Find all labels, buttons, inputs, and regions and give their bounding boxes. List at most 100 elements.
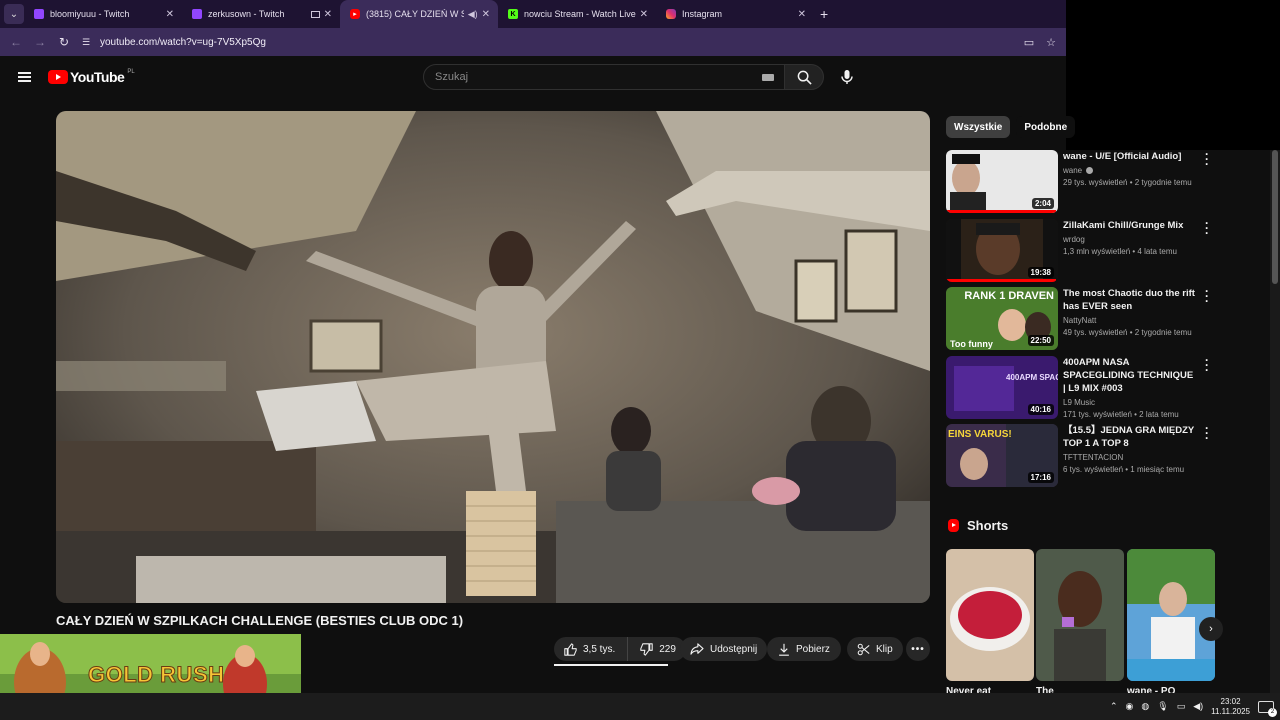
more-vertical-icon[interactable]: · · · [1204,422,1210,444]
clip-button[interactable]: Klip [847,637,903,661]
shorts-next-button[interactable]: › [1199,617,1223,641]
country-code: PL [127,69,135,75]
clock-date: 11.11.2025 [1211,706,1250,716]
short-thumbnail[interactable] [1127,549,1215,681]
chip-related[interactable]: Podobne [1016,116,1076,138]
recommendation-item[interactable]: 400APM SPACEGLIDING 40:16 400APM NASA SP… [946,354,1221,420]
channel-name[interactable]: wrdog [1063,235,1198,244]
close-icon[interactable]: ✕ [798,9,806,20]
share-button[interactable]: Udostępnij [680,637,768,661]
short-thumbnail[interactable] [946,549,1034,681]
clock[interactable]: 23:02 11.11.2025 [1211,697,1250,717]
channel-name[interactable]: TFTTENTACION [1063,453,1198,462]
more-vertical-icon[interactable]: · · · [1204,217,1210,239]
thumbnail-image [1036,549,1124,681]
page-scrollbar[interactable] [1270,150,1280,693]
channel-name[interactable]: L9 Music [1063,398,1198,407]
recommendation-item[interactable]: 2:04 wane - U/E [Official Audio] wane 29… [946,148,1221,214]
recommendation-item[interactable]: RANK 1 DRAVEN Too funny 22:50 The most Ch… [946,285,1221,351]
instagram-icon [666,9,676,19]
discord-icon[interactable]: ◉ [1126,701,1134,712]
media-icon [310,10,320,18]
tab-title: bloomiyuuu - Twitch [50,9,130,19]
chevron-up-icon[interactable]: ⌃ [1110,701,1118,712]
view-count: 29 tys. wyświetleń [1063,178,1128,187]
video-thumbnail[interactable]: 2:04 [946,150,1058,213]
download-icon [779,643,789,656]
thumbnail-image [946,549,1034,681]
reload-button[interactable]: ↻ [52,35,76,49]
tab-search-button[interactable]: ⌄ [4,4,24,24]
upload-age: 1 miesiąc temu [1130,465,1185,474]
video-frame [56,111,930,603]
site-info-icon[interactable]: ☰ [82,37,94,47]
tab-zerkusown[interactable]: zerkusown - Twitch ✕ [182,0,340,28]
like-dislike-group: 3,5 tys. 229 [554,637,686,661]
upload-age: 4 lata temu [1137,247,1177,256]
menu-icon[interactable] [18,72,31,82]
thumbnail-text: Too funny [950,339,993,349]
system-tray: ⌃ ◉ ◍ 🎙︎ ▭ ◀) 23:02 11.11.2025 2 [1110,693,1277,720]
close-icon[interactable]: ✕ [640,9,648,20]
tab-youtube[interactable]: ▸ (3815) CAŁY DZIEŃ W SZPILKACH ◀) ✕ [340,0,498,28]
network-icon[interactable]: ▭ [1177,701,1186,712]
scrollbar-thumb[interactable] [1272,150,1278,284]
share-button-wrap: Udostępnij [680,637,768,661]
thumbnail-text: 400APM SPACEGLIDING [1006,373,1058,382]
bookmark-star-icon[interactable]: ☆ [1046,36,1056,49]
close-icon[interactable]: ✕ [482,9,490,20]
download-button[interactable]: Pobierz [767,637,841,661]
more-vertical-icon[interactable]: · · · [1204,148,1210,170]
upload-age: 2 lata temu [1139,410,1179,419]
video-duration: 19:38 [1027,267,1054,278]
more-vertical-icon[interactable]: · · · [1204,285,1210,307]
back-button[interactable]: ← [4,35,28,49]
tab-instagram[interactable]: Instagram ✕ [656,0,814,28]
microphone-icon[interactable]: 🎙︎ [1157,701,1168,712]
tab-title: nowciu Stream - Watch Live on Kick [524,9,636,19]
network-app-icon[interactable]: ◍ [1141,701,1149,712]
video-thumbnail[interactable]: EINS VARUS! 17:16 [946,424,1058,487]
new-tab-button[interactable]: + [820,6,828,22]
youtube-logo[interactable]: YouTube PL [48,69,135,85]
channel-name[interactable]: wane [1063,166,1082,175]
notification-icon[interactable]: 2 [1258,700,1277,717]
video-thumbnail[interactable]: 400APM SPACEGLIDING 40:16 [946,356,1058,419]
dislike-button[interactable]: 229 [628,637,686,661]
short-thumbnail[interactable] [1036,549,1124,681]
voice-search-button[interactable] [835,65,859,89]
address-bar[interactable]: ☰ youtube.com/watch?v=ug-7V5Xp5Qg [82,32,1024,52]
shorts-heading: Shorts [967,518,1009,533]
search-input[interactable]: Szukaj [423,64,785,90]
more-vertical-icon[interactable]: · · · [1204,354,1210,376]
channel-name[interactable]: NattyNatt [1063,316,1198,325]
tab-bloomiyuuu[interactable]: bloomiyuuu - Twitch ✕ [24,0,182,28]
video-thumbnail[interactable]: 19:38 [946,219,1058,282]
video-thumbnail[interactable]: RANK 1 DRAVEN Too funny 22:50 [946,287,1058,350]
recommendation-item[interactable]: EINS VARUS! 17:16 【15.5】JEDNA GRA MIĘDZY… [946,422,1221,488]
clock-time: 23:02 [1220,696,1241,706]
video-player[interactable] [56,111,930,603]
speaker-icon[interactable]: ◀) [468,9,478,20]
more-actions-button[interactable]: ••• [906,637,930,661]
forward-button[interactable]: → [28,35,52,49]
chip-all[interactable]: Wszystkie [946,116,1011,138]
like-button[interactable]: 3,5 tys. [554,637,629,661]
recommendation-item[interactable]: 19:38 ZillaKami Chill/Grunge Mix wrdog 1… [946,217,1221,283]
url-text: youtube.com/watch?v=ug-7V5Xp5Qg [100,36,266,48]
clip-button-wrap: Klip [847,637,903,661]
volume-icon[interactable]: ◀) [1193,701,1203,712]
more-actions-wrap: ••• [906,637,930,661]
search-placeholder: Szukaj [435,71,469,83]
tab-title: Instagram [682,9,723,19]
keyboard-icon[interactable] [762,73,774,81]
watch-progress-bar [946,279,1056,282]
search-button[interactable] [784,64,824,90]
watch-progress-bar [946,210,1056,213]
install-app-icon[interactable]: ▭ [1024,36,1034,49]
close-icon[interactable]: ✕ [324,9,332,20]
youtube-header: YouTube PL Szukaj [0,56,1066,98]
thumbs-up-icon [564,642,577,656]
tab-kick[interactable]: K nowciu Stream - Watch Live on Kick ✕ [498,0,656,28]
close-icon[interactable]: ✕ [166,9,174,20]
